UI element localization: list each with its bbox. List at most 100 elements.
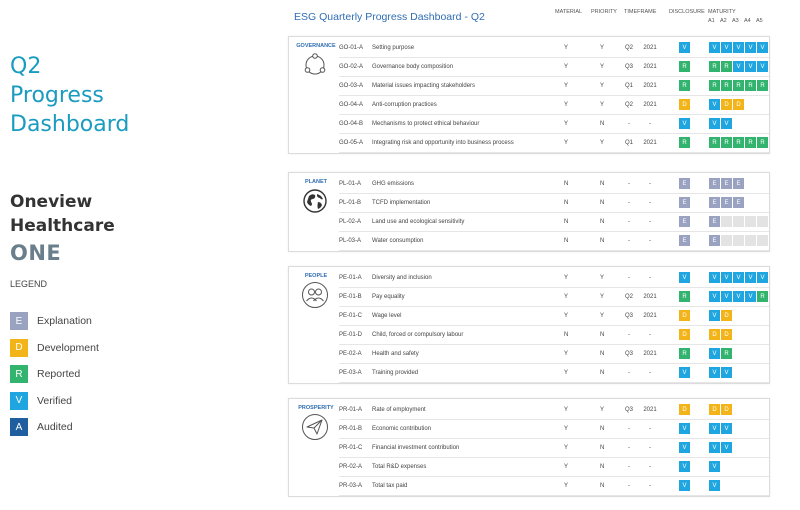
maturity-badge: D xyxy=(709,329,720,340)
row-priority: N xyxy=(600,426,605,432)
maturity-badge: E xyxy=(733,197,744,208)
legend-label: Audited xyxy=(37,421,73,434)
header-material: MATERIAL xyxy=(555,9,583,15)
maturity-cells: VV xyxy=(709,442,732,453)
header-maturity-level: A5 xyxy=(756,18,763,24)
disclosure-badge: V xyxy=(679,423,690,434)
table-row: PE-02-A Health and safety Y N Q3 2021 R V R xyxy=(339,345,769,364)
maturity-badge: R xyxy=(733,80,744,91)
row-priority: N xyxy=(600,238,605,244)
row-name: Child, forced or compulsory labour xyxy=(372,332,464,338)
disclosure-cell: E xyxy=(679,178,690,189)
maturity-badge: V xyxy=(733,291,744,302)
row-priority: N xyxy=(600,200,605,206)
disclosure-cell: V xyxy=(679,367,690,378)
row-name: Anti-corruption practices xyxy=(372,102,437,108)
maturity-badge: V xyxy=(757,61,768,72)
disclosure-cell: V xyxy=(679,118,690,129)
legend-label: Explanation xyxy=(37,315,92,328)
maturity-cells: E xyxy=(709,216,768,227)
maturity-badge: V xyxy=(709,442,720,453)
row-priority: N xyxy=(600,219,605,225)
maturity-badge: E xyxy=(709,235,720,246)
row-material: Y xyxy=(564,275,569,281)
maturity-badge: R xyxy=(709,80,720,91)
page-title: Q2 Progress Dashboard xyxy=(10,52,270,139)
row-code: GO-03-A xyxy=(339,83,364,89)
maturity-badge: V xyxy=(709,42,720,53)
row-priority: N xyxy=(600,181,605,187)
row-timeframe-year: 2021 xyxy=(643,351,657,357)
row-timeframe-quarter: - xyxy=(628,332,630,338)
table-row: PL-01-A GHG emissions N N - - E E E E xyxy=(339,175,769,194)
row-timeframe-year: - xyxy=(649,445,651,451)
disclosure-badge: D xyxy=(679,404,690,415)
row-code: PR-03-A xyxy=(339,483,363,489)
disclosure-badge: E xyxy=(679,197,690,208)
table-row: GO-02-A Governance body composition Y Y Q3 20… xyxy=(339,58,769,77)
row-name: Training provided xyxy=(372,370,419,376)
row-timeframe-year: 2021 xyxy=(643,140,657,146)
legend-badge: R xyxy=(10,365,28,384)
maturity-badge: D xyxy=(721,99,732,110)
disclosure-cell: R xyxy=(679,137,690,148)
row-timeframe-year: 2021 xyxy=(643,294,657,300)
row-material: Y xyxy=(564,64,569,70)
row-name: Material issues impacting stakeholders xyxy=(372,83,476,89)
maturity-badge: V xyxy=(733,42,744,53)
row-name: Wage level xyxy=(372,313,402,319)
row-material: Y xyxy=(564,83,569,89)
ticker-symbol: ONE xyxy=(10,241,62,265)
row-material: N xyxy=(564,219,569,225)
row-name: Setting purpose xyxy=(372,45,415,51)
disclosure-cell: R xyxy=(679,348,690,359)
row-timeframe-year: 2021 xyxy=(643,64,657,70)
disclosure-cell: R xyxy=(679,291,690,302)
maturity-badge: V xyxy=(709,291,720,302)
table-row: GO-05-A Integrating risk and opportunity … xyxy=(339,134,769,153)
legend-item: E Explanation xyxy=(10,308,99,335)
maturity-badge: D xyxy=(721,310,732,321)
disclosure-cell: E xyxy=(679,216,690,227)
maturity-badge: V xyxy=(721,272,732,283)
row-timeframe-quarter: Q2 xyxy=(624,45,633,51)
row-priority: Y xyxy=(600,407,605,413)
header-timeframe: TIMEFRAME xyxy=(624,9,657,15)
row-material: N xyxy=(564,200,569,206)
row-name: Water consumption xyxy=(372,238,424,244)
legend-item: A Audited xyxy=(10,414,99,441)
row-name: Financial investment contribution xyxy=(372,445,460,451)
row-code: PL-03-A xyxy=(339,238,362,244)
globe-icon xyxy=(301,187,329,215)
row-name: Total R&D expenses xyxy=(372,464,427,470)
row-material: N xyxy=(564,181,569,187)
maturity-badge: V xyxy=(733,61,744,72)
maturity-badge: D xyxy=(721,329,732,340)
maturity-badge: R xyxy=(757,137,768,148)
row-timeframe-year: 2021 xyxy=(643,407,657,413)
disclosure-cell: E xyxy=(679,197,690,208)
maturity-badge: V xyxy=(721,423,732,434)
legend-label: Reported xyxy=(37,368,81,381)
disclosure-badge: V xyxy=(679,461,690,472)
row-timeframe-quarter: - xyxy=(628,275,630,281)
row-material: Y xyxy=(564,483,569,489)
row-timeframe-quarter: Q1 xyxy=(624,83,633,89)
dashboard-title: ESG Quarterly Progress Dashboard - Q2 xyxy=(294,11,485,23)
table-row: PE-01-C Wage level Y Y Q3 2021 D V D xyxy=(339,307,769,326)
section-label: PROSPERITY xyxy=(298,405,334,411)
row-priority: Y xyxy=(600,83,605,89)
row-material: Y xyxy=(564,445,569,451)
maturity-badge: E xyxy=(709,197,720,208)
people-icon xyxy=(301,281,329,309)
maturity-cells: VD xyxy=(709,310,732,321)
section-planet: PLANET PL-01-A GHG emissions N N - - E E E E PL-01-… xyxy=(288,172,770,252)
disclosure-cell: D xyxy=(679,99,690,110)
row-name: Diversity and inclusion xyxy=(372,275,432,281)
disclosure-badge: R xyxy=(679,137,690,148)
maturity-badge: R xyxy=(745,137,756,148)
maturity-cells: RRRRR xyxy=(709,137,768,148)
legend-label: Verified xyxy=(37,394,73,407)
row-name: Economic contribution xyxy=(372,426,432,432)
left-column: Q2 Progress Dashboard xyxy=(10,52,270,139)
